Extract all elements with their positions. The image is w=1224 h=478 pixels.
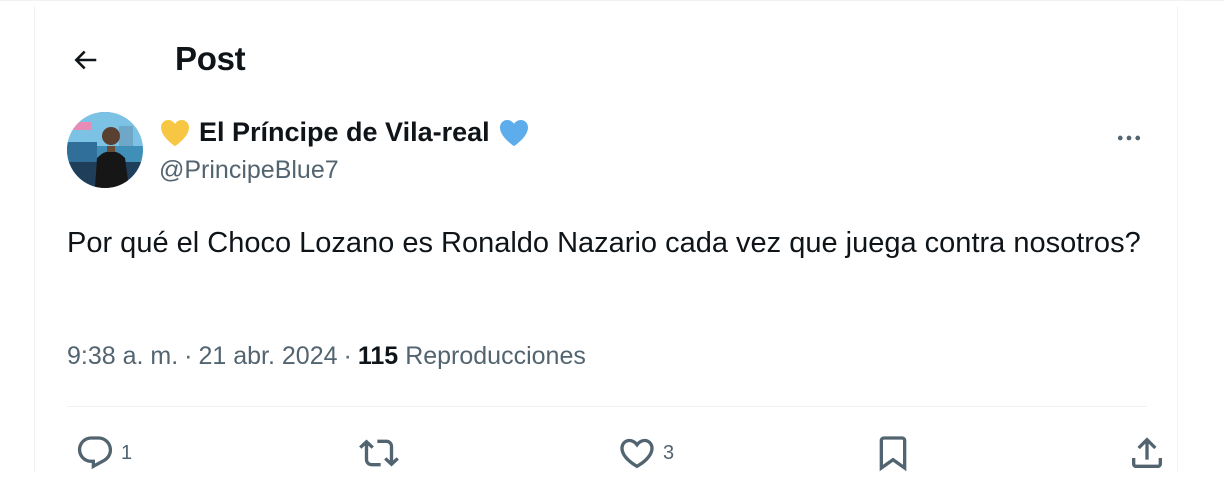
more-horizontal-icon bbox=[1114, 123, 1144, 153]
bookmark-icon bbox=[873, 433, 913, 473]
repost-button[interactable] bbox=[359, 428, 405, 478]
yellow-heart-icon bbox=[159, 117, 191, 147]
blue-heart-icon bbox=[498, 117, 530, 147]
post-column: Post El Príncipe de Vila-real @PrincipeB… bbox=[34, 6, 1178, 472]
page-title: Post bbox=[175, 40, 246, 77]
post-header: Post bbox=[35, 6, 1177, 110]
divider bbox=[67, 406, 1147, 407]
more-options-button[interactable] bbox=[1107, 116, 1151, 160]
heart-icon bbox=[617, 433, 657, 473]
reply-icon bbox=[75, 433, 115, 473]
top-border bbox=[0, 0, 1224, 5]
share-icon bbox=[1127, 433, 1167, 473]
author-name-row[interactable]: El Príncipe de Vila-real bbox=[159, 112, 530, 152]
reply-button[interactable]: 1 bbox=[75, 428, 132, 478]
like-button[interactable]: 3 bbox=[617, 428, 674, 478]
repost-icon bbox=[359, 433, 399, 473]
views-label: Reproducciones bbox=[405, 341, 586, 370]
like-count: 3 bbox=[663, 441, 675, 464]
back-button[interactable] bbox=[63, 38, 107, 82]
action-bar: 1 3 bbox=[67, 428, 1162, 478]
arrow-left-icon bbox=[70, 45, 100, 75]
bookmark-button[interactable] bbox=[873, 428, 919, 478]
post-date[interactable]: 21 abr. 2024 bbox=[199, 342, 338, 371]
meta-separator: · bbox=[184, 341, 193, 370]
reply-count: 1 bbox=[121, 441, 133, 464]
views-count: 115 bbox=[357, 341, 399, 370]
share-button[interactable] bbox=[1127, 428, 1173, 478]
post-time[interactable]: 9:38 a. m. bbox=[67, 342, 178, 371]
author-display-name[interactable]: El Príncipe de Vila-real bbox=[199, 117, 490, 148]
meta-separator: · bbox=[343, 341, 352, 370]
avatar[interactable] bbox=[67, 112, 143, 188]
post-meta: 9:38 a. m. · 21 abr. 2024 · 115 Reproduc… bbox=[67, 336, 586, 376]
post-text: Por qué el Choco Lozano es Ronaldo Nazar… bbox=[67, 227, 1141, 259]
author-handle[interactable]: @PrincipeBlue7 bbox=[159, 156, 339, 185]
